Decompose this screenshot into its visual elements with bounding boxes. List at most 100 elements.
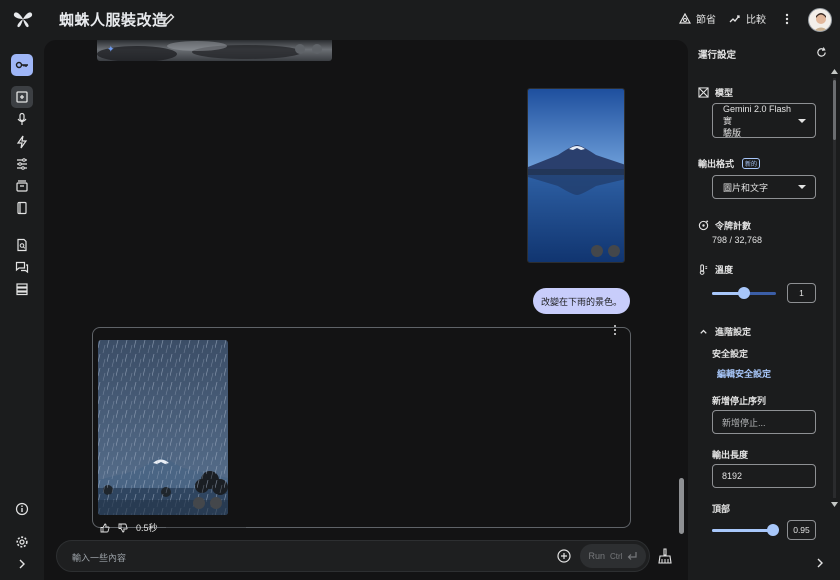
- sidebar-item-api-key[interactable]: [11, 54, 33, 76]
- clear-chat-broom-icon[interactable]: [658, 548, 672, 564]
- token-count-label: 令牌計數: [698, 219, 751, 232]
- sidebar-item-expand[interactable]: [11, 553, 33, 575]
- sidebar-item-chat-prompt[interactable]: [11, 86, 33, 108]
- divider: [165, 527, 246, 528]
- temperature-label: 溫度: [698, 263, 733, 276]
- chevron-right-icon: [19, 559, 25, 569]
- left-nav: [0, 40, 44, 580]
- edit-pencil-icon[interactable]: [162, 12, 176, 26]
- stop-sequence-input[interactable]: 新增停止...: [712, 410, 816, 434]
- run-button[interactable]: Run Ctrl: [580, 544, 646, 568]
- run-shortcut: Ctrl: [610, 551, 623, 561]
- sidebar-item-info[interactable]: [11, 498, 33, 520]
- user-message-bubble: 改變在下雨的景色。: [533, 288, 631, 314]
- temperature-input[interactable]: 1: [787, 283, 816, 303]
- sidebar-item-settings[interactable]: [11, 531, 33, 553]
- output-length-input[interactable]: 8192: [712, 464, 816, 488]
- savings-button[interactable]: 節省: [679, 11, 716, 26]
- reset-icon[interactable]: [816, 47, 827, 58]
- top-p-label: 頂部: [712, 504, 731, 514]
- enter-key-icon: [628, 552, 638, 560]
- top-p-slider-knob[interactable]: [766, 524, 779, 536]
- thumbs-up-icon[interactable]: [100, 523, 110, 533]
- chat-add-icon: [16, 91, 28, 103]
- top-p-input[interactable]: 0.95: [787, 520, 816, 540]
- book-icon: [17, 201, 27, 215]
- ai-studio-logo[interactable]: [13, 10, 33, 28]
- settings-scroll-track: [833, 78, 836, 498]
- settings-scroll-thumb[interactable]: [833, 80, 836, 140]
- sidebar-item-tune[interactable]: [11, 153, 33, 175]
- mic-icon: [17, 112, 27, 125]
- bolt-icon: [16, 135, 28, 149]
- output-format-value: 圖片和文字: [723, 182, 769, 193]
- top-bar: 蜘蛛人服裝改造 節省 比較: [0, 0, 840, 40]
- add-media-icon[interactable]: [557, 549, 571, 563]
- storage-icon: [16, 283, 28, 296]
- gear-icon: [16, 536, 28, 548]
- fuji-lake-image[interactable]: [527, 88, 625, 263]
- sidebar-item-starter-apps[interactable]: [11, 131, 33, 153]
- advanced-settings-label: 進階設定: [715, 327, 752, 337]
- scroll-up-arrow-icon[interactable]: [831, 68, 838, 74]
- chevron-down-icon: [798, 185, 806, 189]
- token-counter-icon: [698, 220, 709, 231]
- token-count-value: 798 / 32,768: [712, 235, 763, 245]
- thermometer-icon: [699, 264, 708, 275]
- previous-image-thumbnail[interactable]: ✦: [97, 40, 332, 61]
- savings-icon: [679, 12, 691, 24]
- output-format-label: 輸出格式 新的: [698, 157, 761, 170]
- tune-icon: [17, 158, 27, 170]
- run-settings-panel: 運行設定 模型 Gemini 2.0 Flash 實 驗版 輸出格式 新的 圖片…: [688, 40, 840, 580]
- sidebar-item-stream[interactable]: [11, 108, 33, 130]
- temperature-slider[interactable]: [712, 287, 776, 299]
- model-select-value-line1: Gemini 2.0 Flash 實: [723, 103, 792, 126]
- prompt-input-bar[interactable]: 輸入一些內容 Run Ctrl: [56, 540, 650, 572]
- model-section-label: 模型: [698, 86, 733, 99]
- chevron-right-icon[interactable]: [816, 558, 824, 568]
- inventory-icon: [16, 180, 28, 192]
- thumbs-down-icon[interactable]: [118, 523, 128, 533]
- sidebar-item-storage[interactable]: [11, 278, 33, 300]
- compare-icon: [729, 14, 740, 22]
- chat-area: ✦ 改變在下雨的景色。 0.5秒 輸入一些內容 Run Ctrl: [44, 40, 688, 580]
- sidebar-item-feedback[interactable]: [11, 256, 33, 278]
- advanced-settings-toggle[interactable]: 進階設定: [698, 325, 751, 338]
- chat-scrollbar[interactable]: [679, 478, 684, 534]
- savings-label: 節省: [696, 15, 716, 26]
- response-feedback-row: 0.5秒: [100, 521, 246, 534]
- model-icon: [698, 87, 709, 98]
- prompt-title: 蜘蛛人服裝改造: [59, 12, 168, 29]
- doc-search-icon: [17, 238, 27, 252]
- chevron-down-icon: [798, 118, 806, 123]
- edit-safety-settings-link[interactable]: 編輯安全設定: [717, 367, 771, 380]
- output-format-select[interactable]: 圖片和文字: [712, 175, 816, 199]
- svg-text:✦: ✦: [107, 45, 115, 55]
- run-settings-title: 運行設定: [698, 50, 737, 61]
- prompt-input[interactable]: 輸入一些內容: [72, 551, 126, 564]
- key-icon: [15, 61, 28, 69]
- temperature-slider-knob[interactable]: [738, 287, 750, 299]
- user-avatar[interactable]: [808, 8, 832, 32]
- response-more-icon[interactable]: [611, 323, 619, 337]
- model-select-value-line2: 驗版: [723, 127, 742, 138]
- feedback-icon: [15, 261, 29, 274]
- sidebar-item-search-docs[interactable]: [11, 234, 33, 256]
- output-length-label: 輸出長度: [712, 450, 749, 460]
- scroll-down-arrow-icon[interactable]: [831, 502, 838, 508]
- new-badge: 新的: [742, 158, 761, 169]
- run-label: Run: [588, 551, 606, 561]
- more-vert-icon[interactable]: [781, 11, 793, 27]
- response-time: 0.5秒: [136, 523, 158, 533]
- model-response-card: [92, 325, 631, 528]
- sidebar-item-docs[interactable]: [11, 197, 33, 219]
- compare-label: 比較: [746, 15, 766, 26]
- user-message-text: 改變在下雨的景色。: [541, 296, 623, 307]
- info-icon: [15, 502, 29, 516]
- safety-settings-label: 安全設定: [712, 349, 749, 359]
- top-p-slider[interactable]: [712, 524, 779, 536]
- rainy-fuji-image[interactable]: [98, 340, 228, 515]
- model-select[interactable]: Gemini 2.0 Flash 實 驗版: [712, 103, 816, 138]
- compare-button[interactable]: 比較: [729, 11, 766, 26]
- sidebar-item-library[interactable]: [11, 175, 33, 197]
